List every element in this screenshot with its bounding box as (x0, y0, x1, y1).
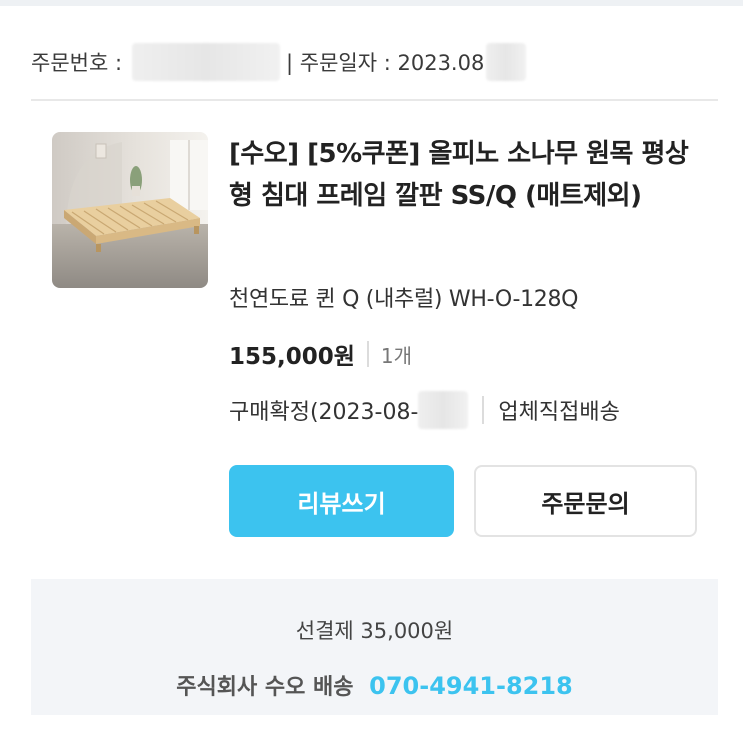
seller-info-panel: 선결제 35,000원 주식회사 수오 배송 070-4941-8218 (31, 579, 718, 715)
product-price: 155,000원 (229, 344, 355, 370)
order-header: 주문번호 : | 주문일자 : 2023.08 (31, 42, 527, 82)
order-date-label: | 주문일자 : 2023.08 (286, 51, 485, 75)
bed-frame-image (52, 132, 208, 288)
status-row: 구매확정(2023-08- 업체직접배송 (229, 390, 620, 430)
price-row: 155,000원 1개 (229, 335, 412, 373)
write-review-button[interactable]: 리뷰쓰기 (229, 465, 454, 537)
bottom-spacer (0, 715, 743, 755)
price-separator (366, 341, 369, 367)
order-number-redacted (132, 43, 281, 81)
product-title[interactable]: [수오] [5%쿠폰] 올피노 소나무 원목 평상형 침대 프레임 깔판 SS/… (229, 133, 699, 217)
seller-phone-link[interactable]: 070-4941-8218 (369, 672, 573, 700)
order-inquiry-button[interactable]: 주문문의 (474, 465, 697, 537)
prepaid-shipping-fee: 선결제 35,000원 (295, 619, 454, 643)
product-quantity: 1개 (380, 343, 413, 368)
product-image[interactable] (52, 132, 208, 288)
header-divider (31, 99, 718, 101)
product-option: 천연도료 퀸 Q (내추럴) WH-O-128Q (229, 287, 579, 312)
shipping-method: 업체직접배송 (498, 400, 620, 425)
top-divider (0, 0, 743, 6)
seller-name: 주식회사 수오 배송 (176, 675, 354, 700)
order-number-label: 주문번호 : (31, 51, 123, 75)
purchase-status: 구매확정(2023-08- (229, 400, 419, 425)
order-date-redacted (486, 43, 527, 81)
seller-contact: 주식회사 수오 배송 070-4941-8218 (31, 669, 718, 701)
status-date-redacted (418, 391, 469, 429)
status-separator (482, 396, 485, 424)
